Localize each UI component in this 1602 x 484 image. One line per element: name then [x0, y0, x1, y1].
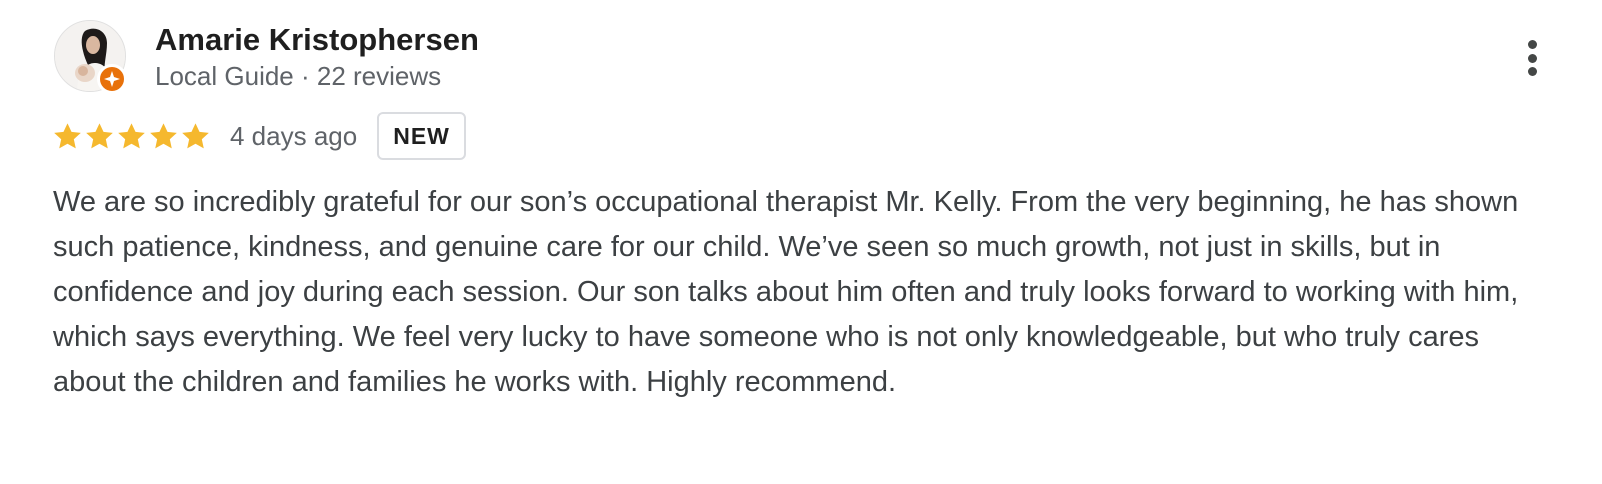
more-options-button[interactable]: [1516, 36, 1548, 80]
local-guide-star-icon: [97, 64, 127, 94]
review-card: Amarie Kristophersen Local Guide · 22 re…: [0, 0, 1602, 484]
more-vert-icon-dot: [1527, 67, 1537, 76]
star-rating: [52, 121, 212, 152]
star-icon: [150, 122, 177, 148]
author-name[interactable]: Amarie Kristophersen: [155, 22, 479, 58]
star-icon: [118, 122, 145, 148]
star-icon: [54, 122, 81, 148]
author-avatar[interactable]: [54, 20, 127, 94]
more-vert-icon-dot: [1527, 53, 1537, 63]
more-vert-icon-dot: [1527, 40, 1537, 49]
review-text: We are so incredibly grateful for our so…: [53, 186, 1519, 398]
new-badge: NEW: [377, 112, 466, 160]
author-meta: Local Guide · 22 reviews: [155, 61, 442, 91]
rating-row: 4 days ago NEW: [52, 112, 466, 160]
star-icon: [182, 122, 209, 148]
star-icon: [86, 122, 113, 148]
review-date: 4 days ago: [230, 120, 358, 151]
